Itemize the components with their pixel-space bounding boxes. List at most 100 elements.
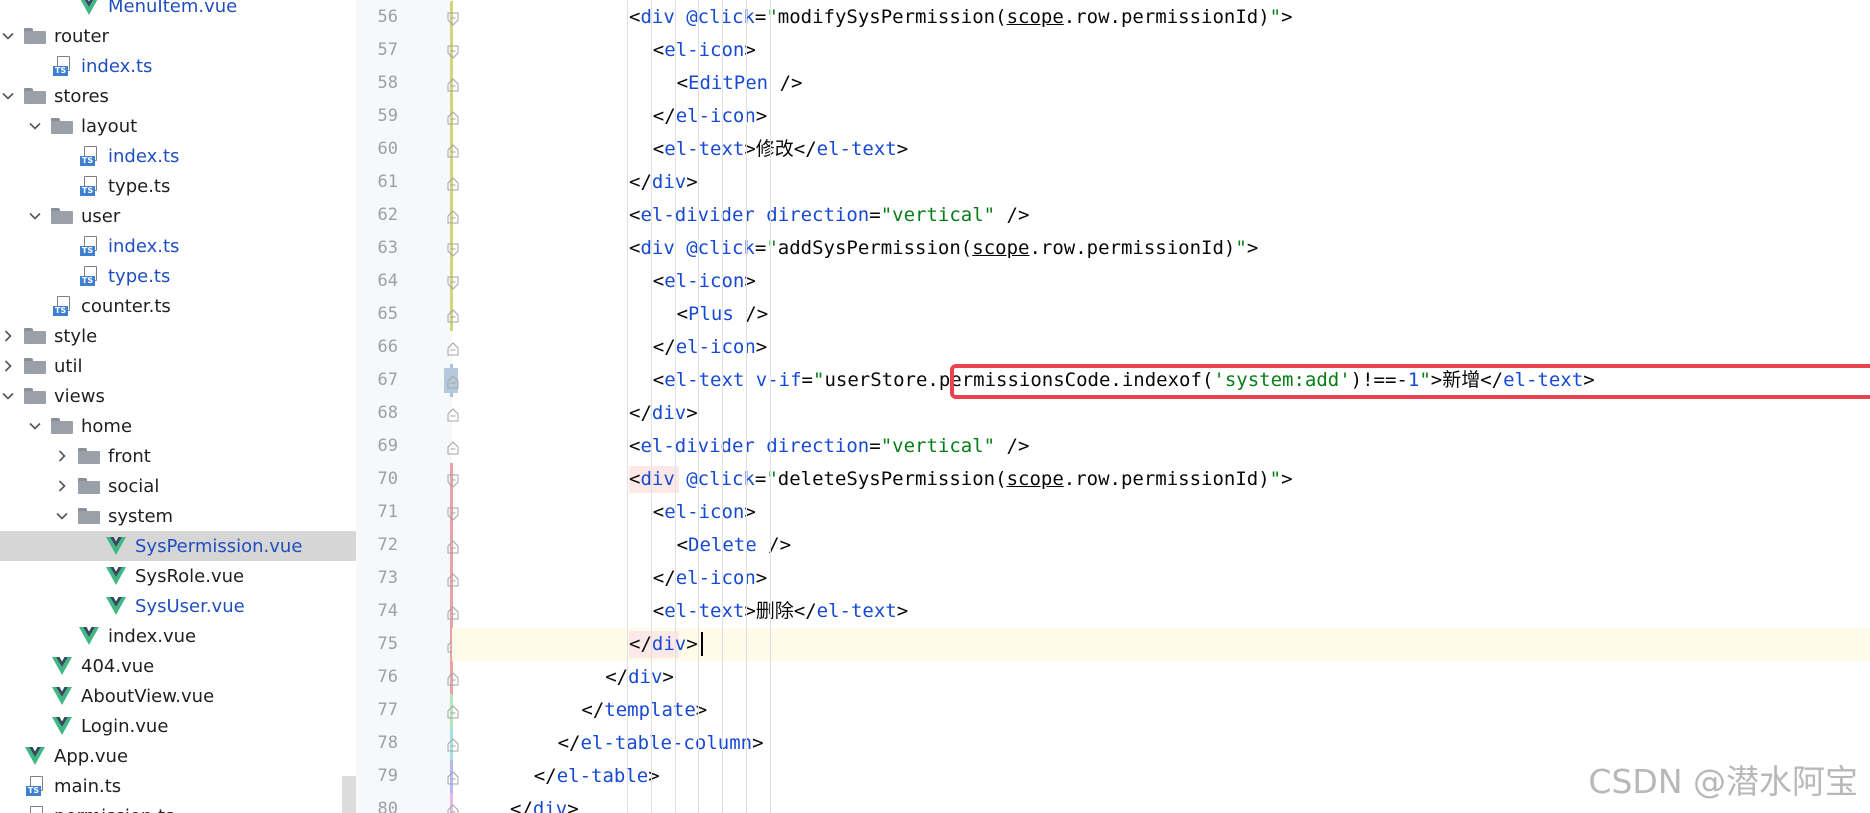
code-line[interactable]: </div>	[605, 661, 674, 694]
chevron-right-icon[interactable]	[54, 478, 70, 494]
fold-marker-icon[interactable]	[447, 308, 459, 323]
code-token: deleteSysPermission(	[777, 468, 1007, 490]
fold-marker-icon[interactable]	[447, 209, 459, 224]
code-line[interactable]: <el-icon>	[653, 496, 756, 529]
chevron-down-icon[interactable]	[27, 208, 43, 224]
code-token: el-text	[816, 138, 897, 160]
chevron-down-icon[interactable]	[27, 418, 43, 434]
code-line[interactable]: </el-table-column>	[558, 727, 764, 760]
code-line[interactable]: </el-icon>	[653, 562, 767, 595]
tree-item[interactable]: Login.vue	[0, 711, 356, 741]
tree-item[interactable]: layout	[0, 111, 356, 141]
tree-item-label: MenuItem.vue	[108, 0, 238, 17]
fold-marker-icon[interactable]	[447, 176, 459, 191]
code-line[interactable]: <div @click="addSysPermission(scope.row.…	[629, 232, 1258, 265]
fold-marker-icon[interactable]	[447, 605, 459, 620]
fold-marker-icon[interactable]	[447, 506, 459, 521]
tree-item[interactable]: index.vue	[0, 621, 356, 651]
code-token: </	[652, 336, 676, 358]
tree-item[interactable]: TS index.ts	[0, 231, 356, 261]
tree-item[interactable]: TS counter.ts	[0, 291, 356, 321]
code-line[interactable]: </el-icon>	[653, 100, 767, 133]
code-line[interactable]: <el-divider direction="vertical" />	[629, 199, 1029, 232]
fold-marker-icon[interactable]	[447, 275, 459, 290]
code-token: />	[995, 204, 1030, 226]
code-line[interactable]: <el-icon>	[653, 34, 756, 67]
tree-item[interactable]: SysPermission.vue	[0, 531, 356, 561]
code-token: <	[629, 6, 641, 28]
code-line[interactable]: </div>	[629, 166, 698, 199]
tree-item[interactable]: style	[0, 321, 356, 351]
code-line[interactable]: </template>	[581, 694, 707, 727]
fold-marker-icon[interactable]	[447, 44, 459, 59]
fold-marker-icon[interactable]	[447, 440, 459, 455]
fold-marker-icon[interactable]	[447, 11, 459, 26]
code-line[interactable]: <Delete />	[677, 529, 791, 562]
folder-icon	[78, 506, 100, 526]
fold-marker-icon[interactable]	[447, 407, 459, 422]
tree-item[interactable]: TS index.ts	[0, 51, 356, 81]
chevron-right-icon[interactable]	[54, 448, 70, 464]
tree-item[interactable]: App.vue	[0, 741, 356, 771]
tree-item[interactable]: 404.vue	[0, 651, 356, 681]
code-line[interactable]: <el-text>删除</el-text>	[653, 595, 908, 628]
fold-marker-icon[interactable]	[447, 473, 459, 488]
fold-marker-icon[interactable]	[447, 143, 459, 158]
tree-item[interactable]: system	[0, 501, 356, 531]
tree-item[interactable]: TS main.ts	[0, 771, 356, 801]
fold-marker-icon[interactable]	[447, 704, 459, 719]
code-token: </	[510, 798, 533, 813]
tree-item[interactable]: MenuItem.vue	[0, 0, 356, 21]
tree-item[interactable]: SysUser.vue	[0, 591, 356, 621]
tree-item[interactable]: front	[0, 441, 356, 471]
code-line[interactable]: <EditPen />	[677, 67, 803, 100]
tree-item[interactable]: SysRole.vue	[0, 561, 356, 591]
tree-item[interactable]: views	[0, 381, 356, 411]
code-token: <	[652, 501, 665, 523]
fold-marker-icon[interactable]	[447, 539, 459, 554]
fold-marker-icon[interactable]	[447, 242, 459, 257]
chevron-right-icon[interactable]	[0, 328, 16, 344]
chevron-down-icon[interactable]	[0, 388, 16, 404]
code-editor[interactable]: 56 57 58 59 60 61 62 63 64 65 66 67 68 69 70 71 72 73 74 75…	[356, 0, 1870, 813]
fold-marker-icon[interactable]	[447, 341, 459, 356]
fold-marker-icon[interactable]	[447, 671, 459, 686]
code-line[interactable]: </div>	[510, 793, 579, 813]
chevron-down-icon[interactable]	[54, 508, 70, 524]
tree-item[interactable]: AboutView.vue	[0, 681, 356, 711]
code-line[interactable]: <el-text>修改</el-text>	[653, 133, 908, 166]
code-line[interactable]: <div @click="modifySysPermission(scope.r…	[629, 1, 1293, 34]
tree-item[interactable]: TS index.ts	[0, 141, 356, 171]
tree-item[interactable]: user	[0, 201, 356, 231]
chevron-right-icon[interactable]	[0, 358, 16, 374]
code-line[interactable]: </div>	[629, 628, 698, 661]
tree-item[interactable]: social	[0, 471, 356, 501]
code-token: <	[652, 39, 665, 61]
tree-item[interactable]: stores	[0, 81, 356, 111]
code-line[interactable]: <div @click="deleteSysPermission(scope.r…	[629, 463, 1293, 496]
fold-marker-icon[interactable]	[447, 572, 459, 587]
tree-item[interactable]: util	[0, 351, 356, 381]
code-line[interactable]: <el-divider direction="vertical" />	[629, 430, 1029, 463]
tree-item[interactable]: router	[0, 21, 356, 51]
tree-item[interactable]: home	[0, 411, 356, 441]
code-token: <	[652, 600, 665, 622]
code-line[interactable]: </el-icon>	[653, 331, 767, 364]
fold-marker-icon[interactable]	[447, 737, 459, 752]
chevron-down-icon[interactable]	[27, 118, 43, 134]
fold-marker-icon[interactable]	[447, 374, 459, 389]
fold-marker-icon[interactable]	[447, 77, 459, 92]
code-line[interactable]: </div>	[629, 397, 698, 430]
tree-item[interactable]: TS type.ts	[0, 261, 356, 291]
fold-marker-icon[interactable]	[447, 110, 459, 125]
tree-item[interactable]: TS permission.ts	[0, 801, 356, 813]
fold-marker-icon[interactable]	[447, 803, 459, 813]
tree-item[interactable]: TS type.ts	[0, 171, 356, 201]
fold-marker-icon[interactable]	[447, 770, 459, 785]
chevron-down-icon[interactable]	[0, 28, 16, 44]
chevron-down-icon[interactable]	[0, 88, 16, 104]
project-tree[interactable]: MenuItem.vue router TS index.ts stores layout…	[0, 0, 356, 813]
tree-scrollbar[interactable]	[342, 776, 356, 813]
code-line[interactable]: <el-icon>	[653, 265, 756, 298]
code-line[interactable]: </el-table>	[534, 760, 660, 793]
